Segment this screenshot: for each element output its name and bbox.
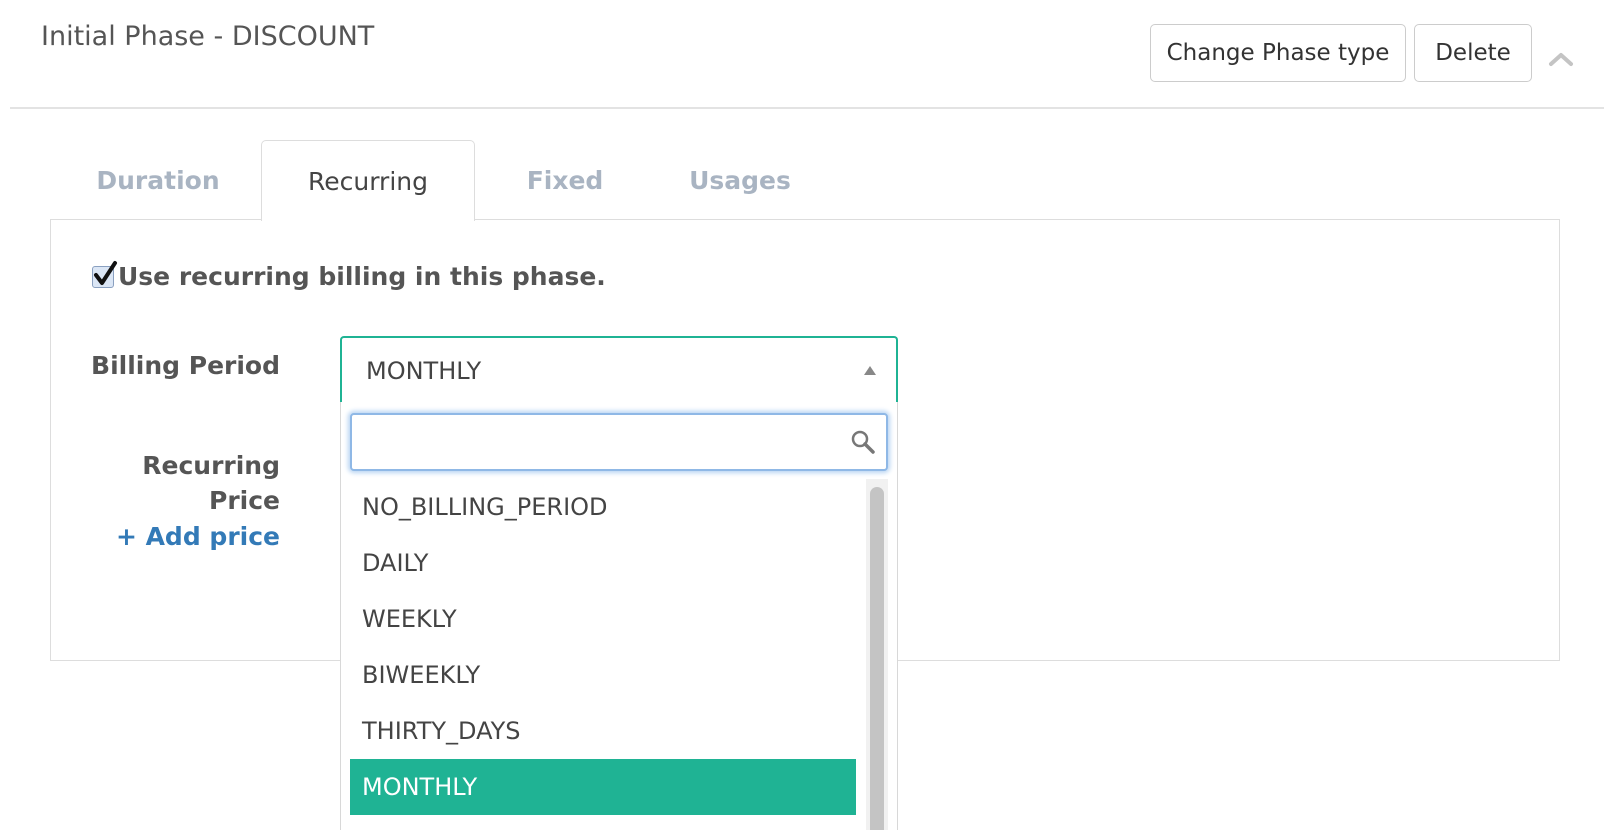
billing-period-dropdown: NO_BILLING_PERIOD DAILY WEEKLY BIWEEKLY …: [340, 402, 898, 830]
recurring-price-label-line1: Recurring: [142, 451, 280, 480]
checkmark-icon: [94, 260, 117, 285]
change-phase-type-button[interactable]: Change Phase type: [1150, 24, 1406, 82]
use-recurring-billing-row: Use recurring billing in this phase.: [92, 260, 606, 291]
phase-title: Initial Phase - DISCOUNT: [41, 21, 375, 52]
recurring-price-label-line2: Price: [209, 486, 280, 515]
option-no-billing-period[interactable]: NO_BILLING_PERIOD: [350, 479, 856, 535]
use-recurring-billing-checkbox[interactable]: [92, 260, 117, 288]
delete-button[interactable]: Delete: [1414, 24, 1532, 82]
option-daily[interactable]: DAILY: [350, 535, 856, 591]
add-price-link[interactable]: + Add price: [90, 522, 280, 551]
header-divider: [10, 107, 1604, 109]
dropdown-search-input[interactable]: [358, 419, 832, 467]
use-recurring-billing-label: Use recurring billing in this phase.: [118, 262, 606, 291]
billing-period-value: MONTHLY: [366, 357, 482, 385]
tab-usages[interactable]: Usages: [665, 140, 815, 220]
option-monthly[interactable]: MONTHLY: [350, 759, 856, 815]
option-biweekly[interactable]: BIWEEKLY: [350, 647, 856, 703]
billing-period-select[interactable]: MONTHLY: [340, 336, 898, 403]
chevron-up-icon[interactable]: [1546, 44, 1576, 74]
dropdown-search-box[interactable]: [350, 413, 888, 471]
phase-editor: Initial Phase - DISCOUNT Change Phase ty…: [0, 0, 1604, 830]
billing-period-label: Billing Period: [91, 351, 280, 380]
recurring-price-label: Recurring Price: [90, 448, 280, 518]
option-weekly[interactable]: WEEKLY: [350, 591, 856, 647]
dropdown-scrollbar-thumb[interactable]: [870, 487, 884, 830]
tab-duration[interactable]: Duration: [70, 140, 246, 220]
tab-fixed[interactable]: Fixed: [505, 140, 625, 220]
caret-up-icon: [864, 366, 876, 375]
search-icon: [851, 430, 875, 454]
tab-recurring[interactable]: Recurring: [261, 140, 475, 221]
option-thirty-days[interactable]: THIRTY_DAYS: [350, 703, 856, 759]
dropdown-options-list: NO_BILLING_PERIOD DAILY WEEKLY BIWEEKLY …: [350, 479, 856, 830]
dropdown-scrollbar[interactable]: [866, 479, 888, 830]
